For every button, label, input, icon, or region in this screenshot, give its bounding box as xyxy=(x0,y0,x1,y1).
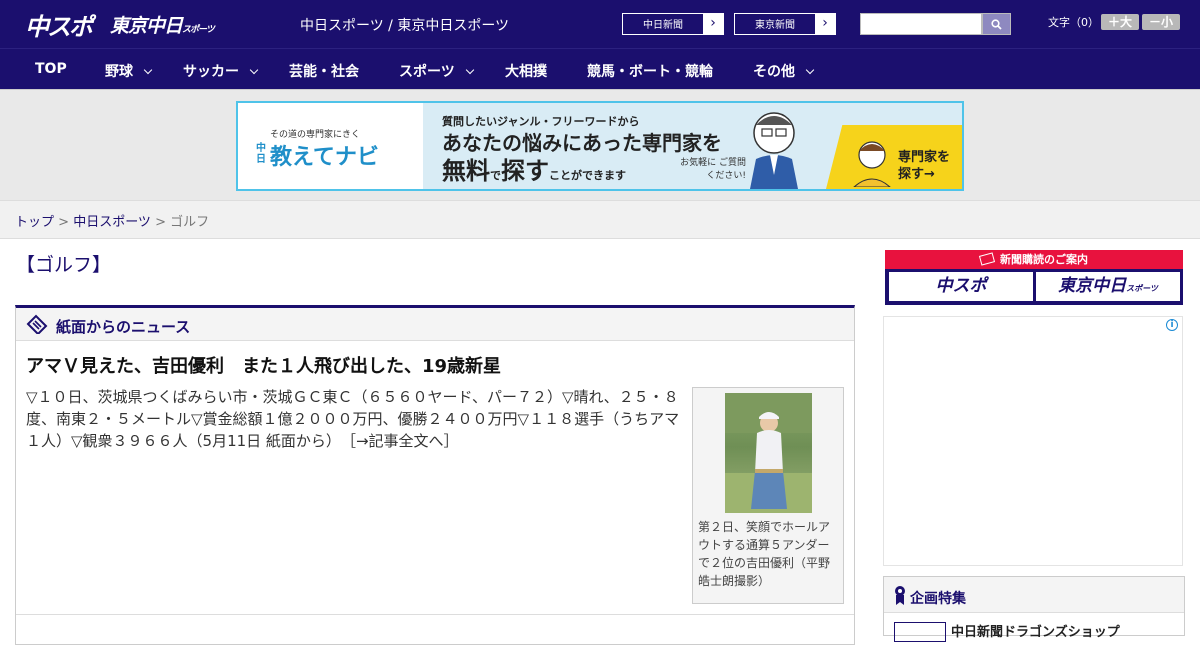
banner-can: ことができます xyxy=(549,169,626,182)
subscription-title: 新聞購読のご案内 xyxy=(1000,253,1088,266)
nav-item-sports[interactable]: スポーツ xyxy=(399,61,474,81)
breadcrumb-section-link[interactable]: 中日スポーツ xyxy=(73,215,151,230)
nav-label: TOP xyxy=(35,61,67,77)
main-nav: TOP 野球 サッカー 芸能・社会 スポーツ 大相撲 競馬・ボート・競輪 その他 xyxy=(0,48,1200,89)
news-section: 紙面からのニュース アマＶ見えた、吉田優利 また１人飛び出した、19歳新星 ▽１… xyxy=(15,305,855,645)
nav-item-baseball[interactable]: 野球 xyxy=(105,61,153,81)
special-item-link[interactable]: 中日新聞ドラゴンズショップ xyxy=(951,621,1120,640)
article-photo[interactable] xyxy=(725,393,812,513)
chevron-down-icon xyxy=(143,65,153,75)
nav-label: 競馬・ボート・競輪 xyxy=(587,64,713,80)
special-feature-box: 企画特集 中日新聞ドラゴンズショップ xyxy=(883,576,1185,642)
breadcrumb-bar: トップ > 中日スポーツ > ゴルフ xyxy=(0,200,1200,239)
subscription-header: 新聞購読のご案内 xyxy=(885,250,1183,269)
newspaper-icon xyxy=(26,314,48,334)
search-input[interactable] xyxy=(860,13,982,35)
nav-label: 芸能・社会 xyxy=(289,64,359,80)
chevron-right-icon: › xyxy=(703,14,723,34)
nav-item-soccer[interactable]: サッカー xyxy=(183,61,259,81)
breadcrumb-separator: > xyxy=(150,215,171,230)
banner-note: お気軽に ご質問ください! xyxy=(680,158,746,181)
banner-logo-text: 教えてナビ xyxy=(270,145,379,170)
banner-logo: 中日 教えてナビ xyxy=(256,139,379,171)
special-item-thumbnail[interactable] xyxy=(894,622,946,642)
chevron-right-icon: › xyxy=(815,14,835,34)
nav-label: スポーツ xyxy=(399,64,455,80)
breadcrumb-separator: > xyxy=(54,215,74,230)
banner-logo-area: その道の専門家にきく 中日 教えてナビ xyxy=(238,103,423,189)
font-smaller-button[interactable]: －小 xyxy=(1142,14,1180,30)
expert-illustration-icon xyxy=(750,112,798,189)
article-body: ▽１０日、茨城県つくばみらい市・茨城ＧＣ東Ｃ（６５６０ヤード、パー７２）▽晴れ、… xyxy=(26,386,686,452)
breadcrumb: トップ > 中日スポーツ > ゴルフ xyxy=(15,211,209,230)
chunichi-shimbun-label: 中日新聞 xyxy=(643,20,683,31)
ticket-icon xyxy=(978,252,996,266)
tokyo-logo-text: 東京中日 xyxy=(110,15,183,37)
chevron-down-icon xyxy=(805,65,815,75)
banner-line3: 無料で探すことができます xyxy=(442,151,626,186)
golfer-photo-image xyxy=(725,393,812,513)
nav-item-entertainment[interactable]: 芸能・社会 xyxy=(289,61,359,81)
news-section-title: 紙面からのニュース xyxy=(56,318,191,336)
tokyo-chunichi-logo[interactable]: 東京中日スポーツ xyxy=(110,11,215,38)
search-icon xyxy=(991,19,1002,30)
chevron-down-icon xyxy=(465,65,474,75)
ad-slot[interactable]: i xyxy=(883,316,1183,566)
font-bigger-button[interactable]: ＋大 xyxy=(1101,14,1139,30)
ad-info-icon[interactable]: i xyxy=(1166,319,1178,331)
person-illustration-icon xyxy=(853,141,891,187)
nav-item-sumo[interactable]: 大相撲 xyxy=(505,61,547,81)
tokyo-logo-small: スポーツ xyxy=(182,25,215,35)
nav-label: サッカー xyxy=(183,64,239,80)
subscription-box: 新聞購読のご案内 中スポ 東京中日スポーツ xyxy=(885,250,1183,305)
chevron-down-icon xyxy=(249,65,259,75)
article-photo-box: 第２日、笑顔でホールアウトする通算５アンダーで２位の吉田優利（平野皓士朗撮影） xyxy=(692,387,844,604)
subscribe-tokyo-small: スポーツ xyxy=(1126,284,1158,293)
banner-search: 探す xyxy=(501,157,549,185)
breadcrumb-current: ゴルフ xyxy=(170,215,210,230)
banner-cta-text: 専門家を 探す→ xyxy=(898,150,951,182)
subscribe-tokyo-button[interactable]: 東京中日スポーツ xyxy=(1036,272,1180,301)
font-size-label: 文字（0） xyxy=(1048,16,1099,29)
ad-band: その道の専門家にきく 中日 教えてナビ 質問したいジャンル・フリーワードから あな… xyxy=(0,89,1200,200)
read-full-article-link[interactable]: ［→記事全文へ］ xyxy=(348,432,458,450)
tokyo-shimbun-button[interactable]: 東京新聞 › xyxy=(734,13,836,35)
banner-de: で xyxy=(490,169,501,182)
special-feature-header: 企画特集 xyxy=(884,577,1184,613)
tokyo-shimbun-label: 東京新聞 xyxy=(755,20,795,31)
subscribe-tokyo-label: 東京中日 xyxy=(1058,276,1127,296)
nav-item-top[interactable]: TOP xyxy=(35,61,67,77)
nav-label: 大相撲 xyxy=(505,64,547,80)
divider xyxy=(16,614,854,615)
subscribe-chuspo-button[interactable]: 中スポ xyxy=(889,272,1033,301)
chunichi-shimbun-button[interactable]: 中日新聞 › xyxy=(622,13,724,35)
nav-label: 野球 xyxy=(105,64,133,80)
chuspo-logo[interactable]: 中スポ xyxy=(25,7,93,42)
nav-item-other[interactable]: その他 xyxy=(753,61,815,81)
photo-caption: 第２日、笑顔でホールアウトする通算５アンダーで２位の吉田優利（平野皓士朗撮影） xyxy=(698,520,831,588)
banner-logo-prefix: 中日 xyxy=(256,143,266,165)
special-feature-title: 企画特集 xyxy=(910,591,966,607)
search-button[interactable] xyxy=(982,13,1011,35)
breadcrumb-home-link[interactable]: トップ xyxy=(15,215,54,230)
nav-item-racing[interactable]: 競馬・ボート・競輪 xyxy=(587,61,713,81)
top-header: 中スポ 東京中日スポーツ 中日スポーツ / 東京中日スポーツ 中日新聞 › 東京… xyxy=(0,0,1200,48)
news-section-header: 紙面からのニュース xyxy=(16,308,854,341)
site-title: 中日スポーツ / 東京中日スポーツ xyxy=(300,18,510,34)
article-title[interactable]: アマＶ見えた、吉田優利 また１人飛び出した、19歳新星 xyxy=(26,352,501,378)
oshiete-navi-banner[interactable]: その道の専門家にきく 中日 教えてナビ 質問したいジャンル・フリーワードから あな… xyxy=(236,101,964,191)
ribbon-icon xyxy=(895,586,905,605)
page-title: 【ゴルフ】 xyxy=(16,254,112,276)
nav-label: その他 xyxy=(753,64,795,80)
banner-free: 無料 xyxy=(442,157,490,185)
